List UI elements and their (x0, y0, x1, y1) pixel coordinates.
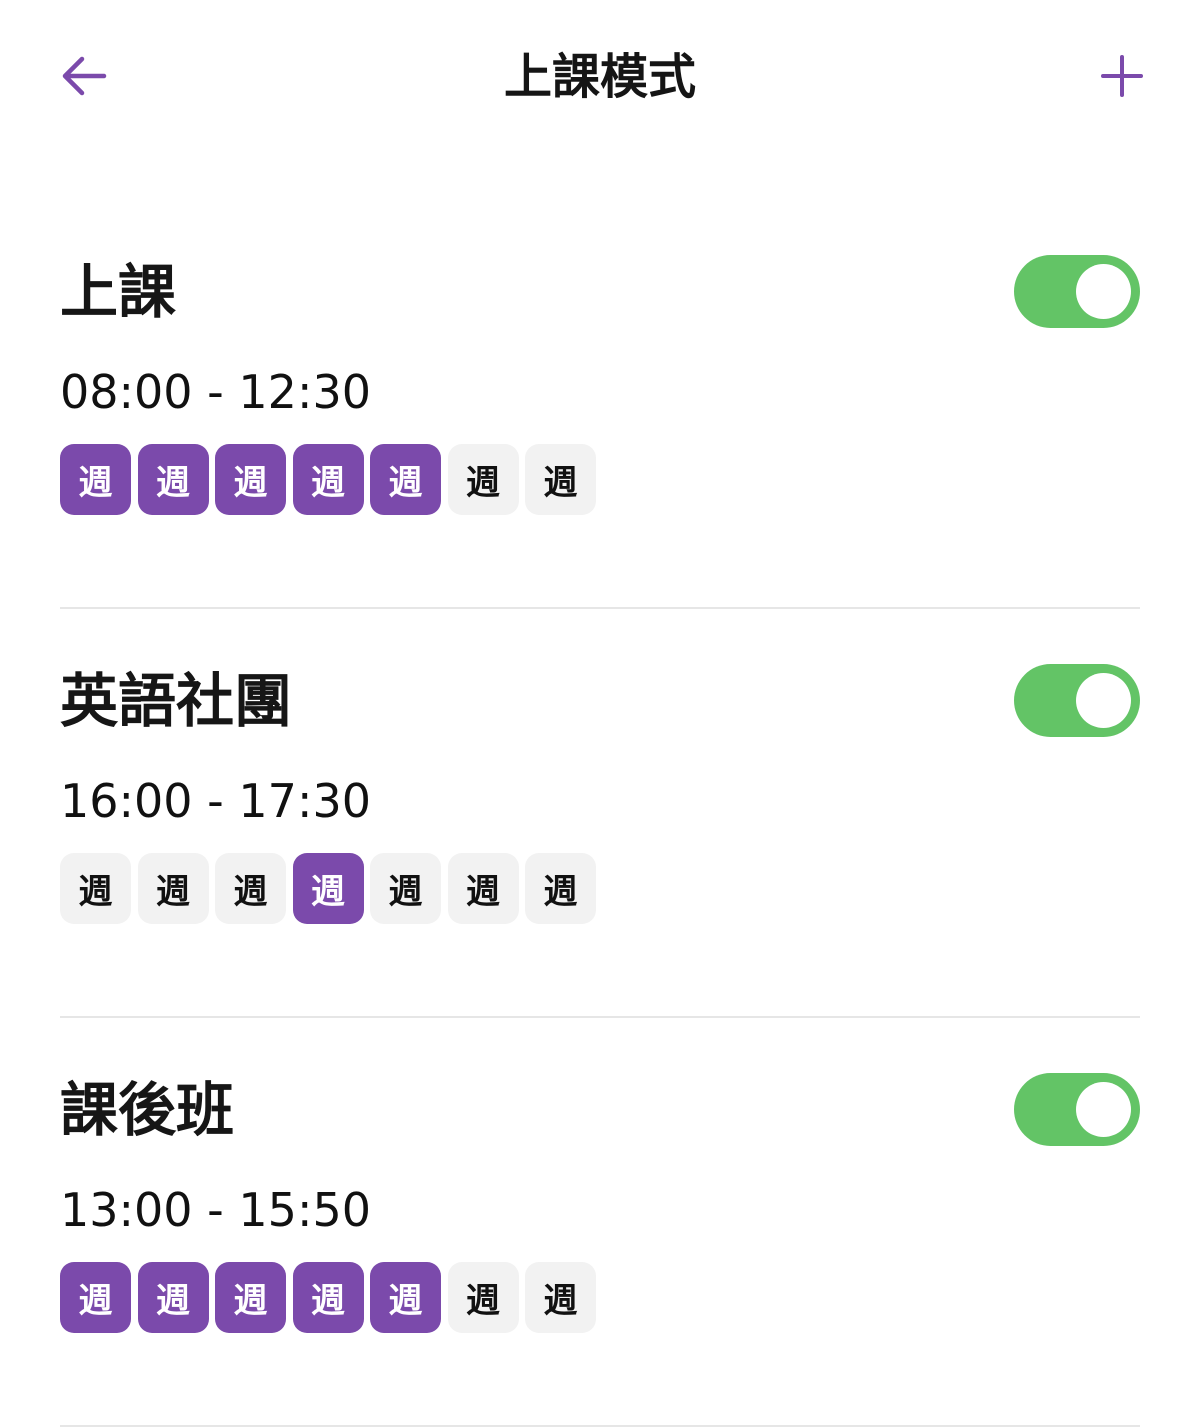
plus-icon (1098, 52, 1146, 104)
day-chip[interactable]: 週 (60, 444, 131, 515)
day-chip[interactable]: 週 (525, 853, 596, 924)
mode-list: 上課 08:00 - 12:30 週 週 週 週 週 週 週 英語社團 16:0… (60, 200, 1140, 1427)
add-mode-button[interactable] (1086, 42, 1158, 114)
back-button[interactable] (48, 42, 120, 114)
mode-name: 英語社團 (60, 667, 293, 735)
day-chip[interactable]: 週 (370, 853, 441, 924)
mode-name: 課後班 (60, 1076, 235, 1144)
day-chip[interactable]: 週 (525, 1262, 596, 1333)
mode-item[interactable]: 課後班 13:00 - 15:50 週 週 週 週 週 週 週 (60, 1018, 1140, 1427)
mode-item[interactable]: 上課 08:00 - 12:30 週 週 週 週 週 週 週 (60, 200, 1140, 609)
day-chip[interactable]: 週 (447, 853, 519, 924)
toggle-knob (1076, 264, 1131, 319)
day-selector: 週 週 週 週 週 週 週 (60, 1262, 603, 1333)
day-chip[interactable]: 週 (370, 1262, 441, 1333)
mode-time: 13:00 - 15:50 (60, 1183, 371, 1237)
app-header: 上課模式 (0, 0, 1200, 155)
toggle-knob (1076, 1082, 1131, 1137)
day-chip[interactable]: 週 (60, 853, 131, 924)
day-chip[interactable]: 週 (292, 853, 364, 924)
page-title: 上課模式 (503, 49, 696, 105)
day-selector: 週 週 週 週 週 週 週 (60, 444, 603, 515)
day-chip[interactable]: 週 (215, 444, 286, 515)
day-chip[interactable]: 週 (447, 1262, 519, 1333)
day-selector: 週 週 週 週 週 週 週 (60, 853, 603, 924)
mode-time: 16:00 - 17:30 (60, 774, 371, 828)
day-chip[interactable]: 週 (137, 1262, 209, 1333)
mode-name: 上課 (60, 258, 177, 326)
day-chip[interactable]: 週 (525, 444, 596, 515)
mode-item[interactable]: 英語社團 16:00 - 17:30 週 週 週 週 週 週 週 (60, 609, 1140, 1018)
mode-toggle[interactable] (1014, 1073, 1140, 1146)
day-chip[interactable]: 週 (137, 444, 209, 515)
day-chip[interactable]: 週 (137, 853, 209, 924)
day-chip[interactable]: 週 (215, 1262, 286, 1333)
day-chip[interactable]: 週 (447, 444, 519, 515)
toggle-knob (1076, 673, 1131, 728)
day-chip[interactable]: 週 (60, 1262, 131, 1333)
mode-toggle[interactable] (1014, 255, 1140, 328)
day-chip[interactable]: 週 (215, 853, 286, 924)
day-chip[interactable]: 週 (370, 444, 441, 515)
day-chip[interactable]: 週 (292, 1262, 364, 1333)
arrow-left-icon (56, 48, 112, 108)
mode-toggle[interactable] (1014, 664, 1140, 737)
day-chip[interactable]: 週 (292, 444, 364, 515)
mode-time: 08:00 - 12:30 (60, 365, 371, 419)
